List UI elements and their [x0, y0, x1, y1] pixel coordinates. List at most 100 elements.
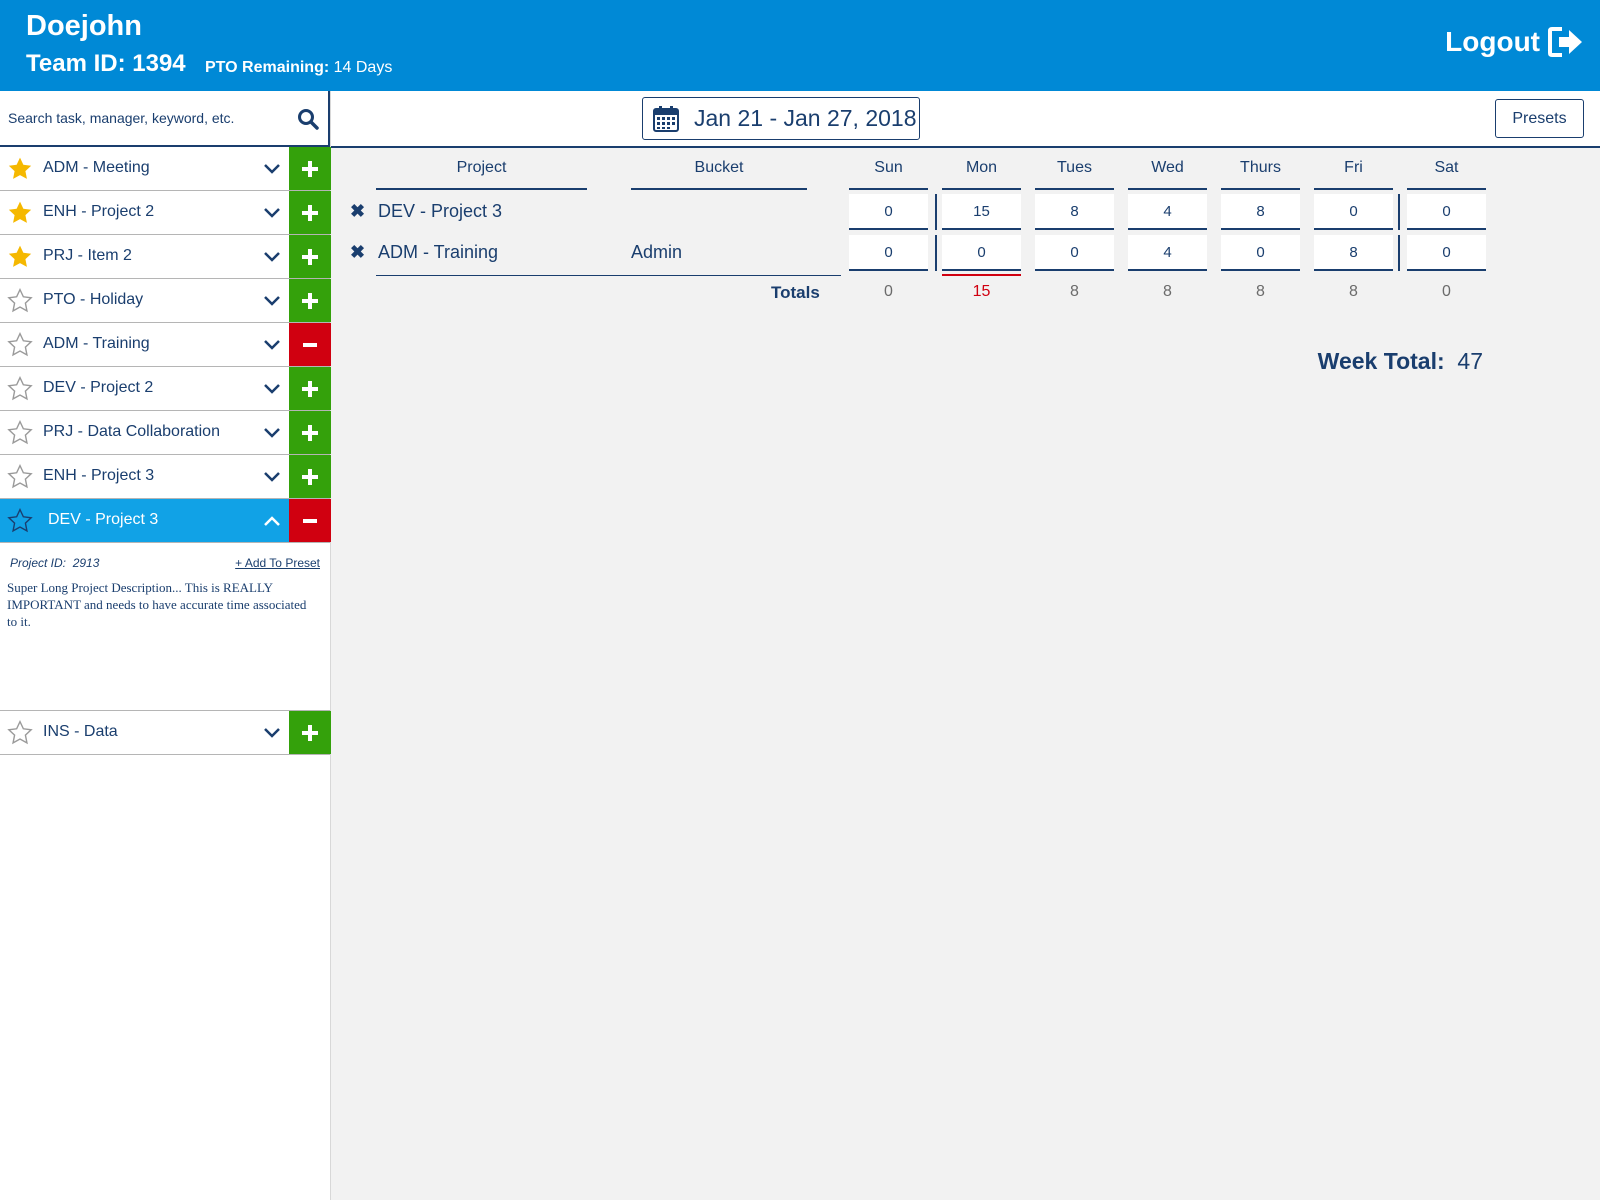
star-outline-icon[interactable]: [7, 507, 33, 534]
day-total: 8: [1349, 283, 1358, 300]
header-underline: [942, 188, 1021, 190]
header-underline: [849, 188, 928, 190]
hours-input[interactable]: 0: [1314, 194, 1393, 230]
calendar-icon: [653, 105, 679, 132]
add-task-button[interactable]: [289, 411, 331, 454]
chevron-down-icon[interactable]: [262, 337, 282, 353]
star-outline-icon[interactable]: [7, 375, 33, 402]
hours-input[interactable]: 0: [849, 235, 928, 271]
hours-input[interactable]: 0: [849, 194, 928, 230]
hours-input[interactable]: 8: [1221, 194, 1300, 230]
task-name: ADM - Training: [43, 335, 150, 352]
chevron-down-icon[interactable]: [262, 725, 282, 741]
star-outline-icon[interactable]: [7, 719, 33, 746]
plus-icon: [302, 380, 318, 397]
hours-input[interactable]: 0: [1035, 235, 1114, 271]
star-filled-icon[interactable]: [7, 156, 33, 182]
add-task-button[interactable]: [289, 279, 331, 322]
hours-input[interactable]: 0: [1407, 235, 1486, 271]
chevron-down-icon[interactable]: [262, 161, 282, 177]
star-outline-icon[interactable]: [7, 287, 33, 314]
search-input[interactable]: [0, 91, 290, 145]
task-item[interactable]: PTO - Holiday: [0, 279, 331, 323]
add-task-button[interactable]: [289, 235, 331, 278]
minus-icon: [303, 518, 317, 523]
totals-label: Totals: [771, 283, 820, 302]
task-item[interactable]: DEV - Project 3: [0, 499, 331, 543]
project-id-value: 2913: [72, 556, 100, 570]
task-list: ADM - Meeting ENH - Project 2 PRJ - Item 2…: [0, 147, 331, 755]
task-sidebar: ADM - Meeting ENH - Project 2 PRJ - Item 2…: [0, 91, 331, 1200]
star-filled-icon[interactable]: [7, 244, 33, 270]
hours-input[interactable]: 8: [1035, 194, 1114, 230]
pto-value: 14 Days: [333, 59, 393, 76]
task-name: ADM - Meeting: [43, 159, 150, 176]
add-to-preset-link[interactable]: + Add To Preset: [235, 556, 320, 570]
chevron-down-icon[interactable]: [262, 205, 282, 221]
app-header: Doejohn Team ID: 1394 PTO Remaining: 14 …: [0, 0, 1600, 91]
task-item[interactable]: ADM - Training: [0, 323, 331, 367]
search-icon[interactable]: [297, 108, 319, 130]
star-filled-icon[interactable]: [7, 200, 33, 226]
task-item[interactable]: ENH - Project 3: [0, 455, 331, 499]
plus-icon: [302, 292, 318, 309]
task-item[interactable]: DEV - Project 2: [0, 367, 331, 411]
week-total: Week Total: 47: [1318, 348, 1483, 375]
day-total: 0: [884, 283, 893, 300]
star-outline-icon[interactable]: [7, 463, 33, 490]
week-total-value: 47: [1457, 348, 1483, 374]
task-item[interactable]: ENH - Project 2: [0, 191, 331, 235]
hours-input[interactable]: 8: [1314, 235, 1393, 271]
pto-remaining: PTO Remaining: 14 Days: [205, 59, 392, 77]
column-header-day: Sat: [1434, 159, 1459, 176]
add-task-button[interactable]: [289, 147, 331, 190]
chevron-up-icon[interactable]: [262, 513, 282, 529]
task-detail-panel: Project ID: 2913 + Add To Preset Super Lon…: [0, 543, 330, 711]
week-divider: [935, 194, 937, 230]
column-header-project: Project: [456, 159, 507, 176]
hours-input[interactable]: 0: [942, 235, 1021, 271]
chevron-down-icon[interactable]: [262, 469, 282, 485]
task-item[interactable]: ADM - Meeting: [0, 147, 331, 191]
task-name: ENH - Project 3: [43, 467, 155, 484]
hours-input[interactable]: 0: [1221, 235, 1300, 271]
hours-input[interactable]: 0: [1407, 194, 1486, 230]
task-item[interactable]: INS - Data: [0, 711, 331, 755]
remove-task-button[interactable]: [289, 499, 331, 542]
add-task-button[interactable]: [289, 191, 331, 234]
header-underline: [1128, 188, 1207, 190]
chevron-down-icon[interactable]: [262, 381, 282, 397]
chevron-down-icon[interactable]: [262, 293, 282, 309]
logout-button[interactable]: Logout: [1445, 26, 1584, 58]
column-header-day: Fri: [1344, 159, 1363, 176]
add-task-button[interactable]: [289, 455, 331, 498]
hours-input[interactable]: 15: [942, 194, 1021, 230]
task-name: INS - Data: [43, 723, 118, 740]
chevron-down-icon[interactable]: [262, 249, 282, 265]
row-project: ADM - Training: [378, 242, 499, 262]
day-total: 8: [1256, 283, 1265, 300]
day-total: 15: [972, 283, 991, 300]
column-header-day: Wed: [1151, 159, 1184, 176]
day-total: 8: [1070, 283, 1079, 300]
star-outline-icon[interactable]: [7, 419, 33, 446]
plus-icon: [302, 468, 318, 485]
task-item[interactable]: PRJ - Data Collaboration: [0, 411, 331, 455]
remove-task-button[interactable]: [289, 323, 331, 366]
date-range-picker[interactable]: Jan 21 - Jan 27, 2018: [642, 97, 920, 140]
plus-icon: [302, 424, 318, 441]
hours-input[interactable]: 4: [1128, 194, 1207, 230]
presets-button[interactable]: Presets: [1495, 99, 1584, 138]
task-name: PRJ - Item 2: [43, 247, 132, 264]
date-range-label: Jan 21 - Jan 27, 2018: [694, 105, 917, 131]
row-underline: [376, 275, 841, 276]
minus-icon: [303, 342, 317, 347]
hours-input[interactable]: 4: [1128, 235, 1207, 271]
star-outline-icon[interactable]: [7, 331, 33, 358]
chevron-down-icon[interactable]: [262, 425, 282, 441]
task-item[interactable]: PRJ - Item 2: [0, 235, 331, 279]
add-task-button[interactable]: [289, 711, 331, 754]
add-task-button[interactable]: [289, 367, 331, 410]
delete-row-icon[interactable]: ✖: [350, 201, 365, 222]
delete-row-icon[interactable]: ✖: [350, 242, 365, 263]
